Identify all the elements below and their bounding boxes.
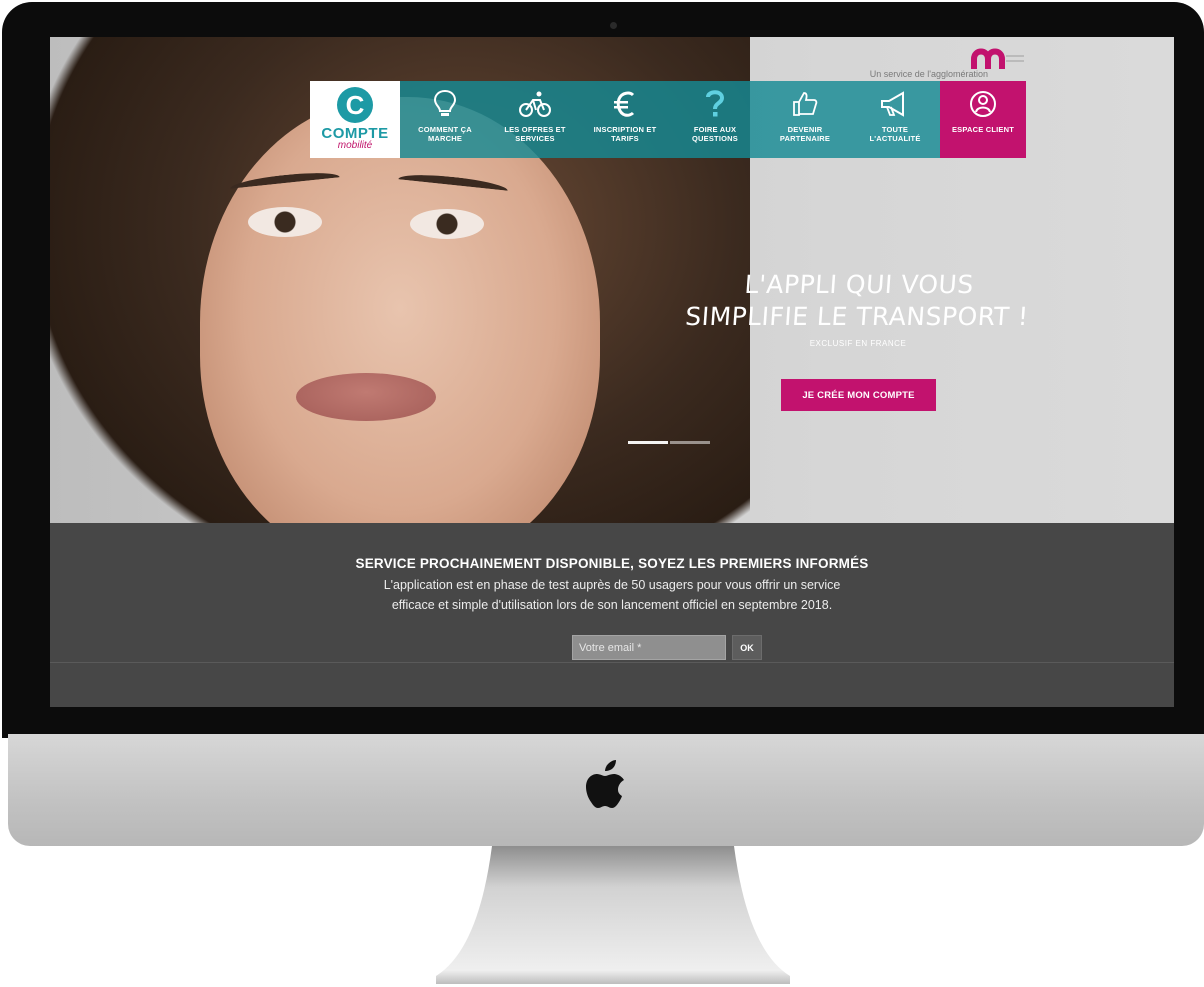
nav-item-label: LES OFFRES ET SERVICES xyxy=(504,125,566,143)
submit-email-button[interactable]: OK xyxy=(732,635,762,660)
hero-photo-eye xyxy=(410,209,484,239)
nav-item-label: COMMENT ÇA MARCHE xyxy=(418,125,472,143)
camera-dot xyxy=(610,22,617,29)
nav-item-label: DEVENIR PARTENAIRE xyxy=(779,125,831,143)
hero-banner: Un service de l'agglomération C COMPTE m… xyxy=(50,37,1174,523)
hero-photo-mouth xyxy=(296,373,436,421)
question-mark-icon xyxy=(698,87,732,121)
hero-photo-eye xyxy=(248,207,322,237)
nav-item-espace-client[interactable]: ESPACE CLIENT xyxy=(940,81,1026,158)
nav-item-label: FOIRE AUX QUESTIONS xyxy=(692,125,738,143)
main-nav: C COMPTE mobilité COMMENT ÇA MARCHE LES … xyxy=(310,81,1026,158)
nav-items: COMMENT ÇA MARCHE LES OFFRES ET SERVICES… xyxy=(400,81,1026,158)
hero-subtitle: EXCLUSIF EN FRANCE xyxy=(809,339,907,348)
hero-title: L'APPLI QUI VOUS SIMPLIFIE LE TRANSPORT … xyxy=(684,270,1030,331)
newsletter-title: SERVICE PROCHAINEMENT DISPONIBLE, SOYEZ … xyxy=(355,556,869,571)
nav-item-offres-services[interactable]: LES OFFRES ET SERVICES xyxy=(490,81,580,158)
imac-stand xyxy=(436,846,790,984)
megaphone-icon xyxy=(878,87,912,121)
logo-sub: mobilité xyxy=(337,140,373,151)
brand-tagline: Un service de l'agglomération xyxy=(869,69,988,79)
nav-item-devenir-partenaire[interactable]: DEVENIR PARTENAIRE xyxy=(760,81,850,158)
user-icon xyxy=(966,87,1000,121)
nav-item-comment-ca-marche[interactable]: COMMENT ÇA MARCHE xyxy=(400,81,490,158)
slider-indicator[interactable] xyxy=(628,441,710,445)
divider xyxy=(50,662,1174,663)
nav-item-inscription-tarifs[interactable]: INSCRIPTION ET TARIFS xyxy=(580,81,670,158)
website-screen: Un service de l'agglomération C COMPTE m… xyxy=(50,37,1174,707)
nav-item-actualite[interactable]: TOUTE L'ACTUALITÉ xyxy=(850,81,940,158)
thumbs-up-icon xyxy=(788,87,822,121)
lightbulb-icon xyxy=(428,87,462,121)
bicycle-icon xyxy=(518,87,552,121)
nav-item-faq[interactable]: FOIRE AUX QUESTIONS xyxy=(670,81,760,158)
create-account-button[interactable]: JE CRÉE MON COMPTE xyxy=(781,379,936,411)
email-field[interactable] xyxy=(572,635,726,660)
newsletter-section: SERVICE PROCHAINEMENT DISPONIBLE, SOYEZ … xyxy=(50,523,1174,707)
hero-photo-face xyxy=(200,97,600,523)
slider-dot[interactable] xyxy=(670,441,710,444)
euro-icon xyxy=(608,87,642,121)
logo-c-icon: C xyxy=(337,87,373,123)
nav-item-label: ESPACE CLIENT xyxy=(951,125,1015,134)
apple-logo-icon xyxy=(586,760,624,808)
compte-mobilite-logo[interactable]: C COMPTE mobilité xyxy=(310,81,400,158)
newsletter-description: L'application est en phase de test auprè… xyxy=(383,578,841,612)
slider-dot[interactable] xyxy=(628,441,668,444)
nav-item-label: TOUTE L'ACTUALITÉ xyxy=(869,125,921,143)
nav-item-label: INSCRIPTION ET TARIFS xyxy=(593,125,657,143)
